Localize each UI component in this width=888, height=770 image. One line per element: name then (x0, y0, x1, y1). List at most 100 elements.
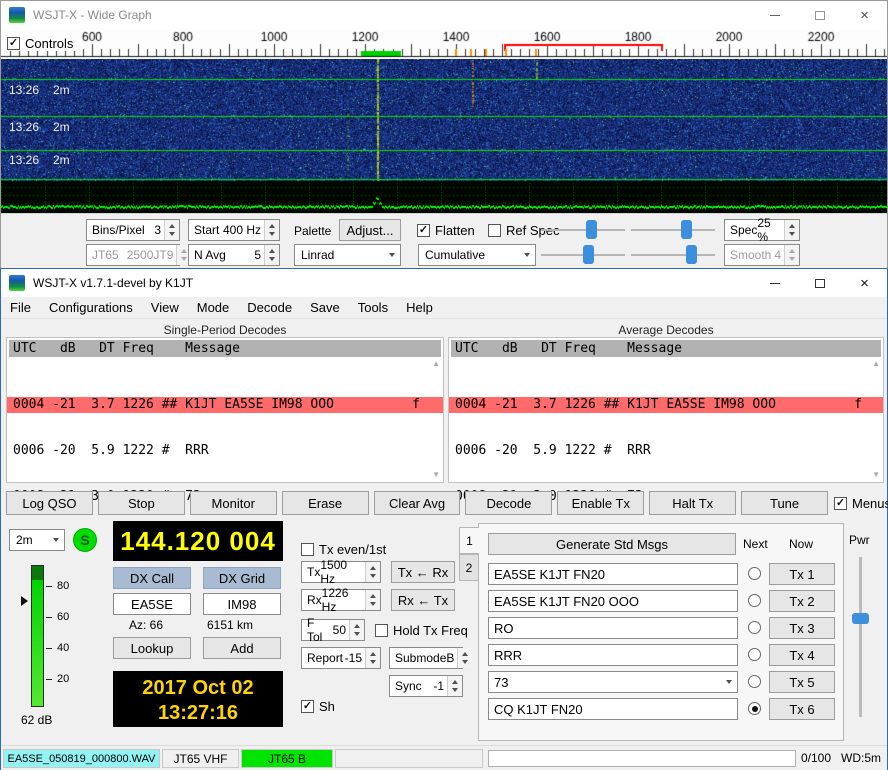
close-button[interactable]: × (842, 1, 887, 29)
hold-tx-freq-checkbox[interactable]: Hold Tx Freq (375, 623, 468, 638)
slider-handle[interactable] (583, 245, 594, 264)
minimize-button[interactable] (752, 269, 797, 297)
gain-slider[interactable] (541, 219, 625, 241)
avg-gain-slider[interactable] (541, 244, 625, 266)
tx-even-checkbox[interactable]: Tx even/1st (301, 542, 386, 557)
tx2-next-radio[interactable] (748, 594, 761, 607)
sh-checkbox[interactable]: Sh (301, 699, 335, 714)
maximize-button[interactable] (797, 269, 842, 297)
frequency-ruler[interactable] (1, 29, 887, 59)
display-mode-combo[interactable]: Cumulative (418, 244, 536, 266)
tx5-next-radio[interactable] (748, 675, 761, 688)
spec-percent-spinner[interactable]: Spec 25 % (724, 219, 800, 241)
decode-row[interactable]: 0004 -21 3.7 1226 ## K1JT EA5SE IM98 OOO… (7, 397, 443, 413)
tx1-message-field[interactable]: EA5SE K1JT FN20 (488, 563, 738, 585)
dx-grid-button[interactable]: DX Grid (203, 567, 281, 589)
report-spinner[interactable]: Report -15 (301, 647, 381, 669)
rx-freq-spinner[interactable]: Rx 1226 Hz (301, 589, 381, 611)
tx3-next-radio[interactable] (748, 621, 761, 634)
slider-handle[interactable] (586, 220, 597, 239)
decode-row[interactable]: 0006 -20 5.9 1222 # RRR (7, 443, 443, 459)
f-tol-spinner[interactable]: F Tol 50 (301, 619, 365, 641)
lookup-button[interactable]: Lookup (113, 637, 191, 659)
monitor-button[interactable]: Monitor (190, 491, 277, 515)
tx5-message-combo[interactable]: 73 (488, 671, 738, 693)
spinner-arrows[interactable] (365, 562, 380, 582)
tx1-now-button[interactable]: Tx 1 (769, 563, 835, 585)
spinner-arrows[interactable] (447, 676, 462, 696)
waterfall-display[interactable] (1, 59, 887, 213)
tx3-now-button[interactable]: Tx 3 (769, 617, 835, 639)
palette-combo[interactable]: Linrad (294, 244, 401, 266)
spinner-arrows[interactable] (784, 220, 799, 240)
erase-button[interactable]: Erase (282, 491, 369, 515)
avg-zero-slider[interactable] (631, 244, 715, 266)
scroll-down-icon[interactable]: ▼ (432, 471, 440, 479)
menu-save[interactable]: Save (301, 297, 349, 318)
dx-call-button[interactable]: DX Call (113, 567, 191, 589)
spinner-arrows[interactable] (264, 220, 279, 240)
spinner-arrows[interactable] (365, 648, 380, 668)
tx2-now-button[interactable]: Tx 2 (769, 590, 835, 612)
sync-spinner[interactable]: Sync -1 (389, 675, 463, 697)
rx-from-tx-button[interactable]: Rx ← Tx (391, 589, 455, 611)
tx2-message-field[interactable]: EA5SE K1JT FN20 OOO (488, 590, 738, 612)
slider-handle[interactable] (686, 245, 697, 264)
spinner-arrows[interactable] (349, 620, 364, 640)
tx5-now-button[interactable]: Tx 5 (769, 671, 835, 693)
log-qso-button[interactable]: Log QSO (6, 491, 93, 515)
scroll-down-icon[interactable]: ▼ (872, 471, 880, 479)
scroll-up-icon[interactable]: ▲ (872, 360, 880, 368)
slider-handle[interactable] (681, 220, 692, 239)
flatten-checkbox[interactable]: Flatten (417, 223, 475, 238)
pwr-slider-handle[interactable] (852, 613, 869, 624)
start-freq-spinner[interactable]: Start 400 Hz (188, 219, 280, 241)
tx4-message-field[interactable]: RRR (488, 644, 738, 666)
menu-mode[interactable]: Mode (188, 297, 239, 318)
tx-freq-spinner[interactable]: Tx 1500 Hz (301, 561, 381, 583)
spinner-arrows[interactable] (457, 648, 472, 668)
bins-pixel-spinner[interactable]: Bins/Pixel 3 (86, 219, 180, 241)
menus-checkbox[interactable]: Menus (834, 496, 888, 511)
generate-std-msgs-button[interactable]: Generate Std Msgs (488, 533, 736, 555)
halt-tx-button[interactable]: Halt Tx (649, 491, 736, 515)
decode-row[interactable]: 0006 -20 5.9 1222 # RRR (449, 443, 883, 459)
n-avg-spinner[interactable]: N Avg 5 (188, 244, 280, 266)
enable-tx-button[interactable]: Enable Tx (557, 491, 644, 515)
menu-decode[interactable]: Decode (238, 297, 301, 318)
menu-file[interactable]: File (1, 297, 40, 318)
tx3-message-field[interactable]: RO (488, 617, 738, 639)
spinner-arrows[interactable] (164, 220, 179, 240)
status-indicator[interactable]: S (73, 528, 97, 552)
spinner-arrows[interactable] (264, 245, 279, 265)
tx4-next-radio[interactable] (748, 648, 761, 661)
add-button[interactable]: Add (203, 637, 281, 659)
stop-button[interactable]: Stop (98, 491, 185, 515)
adjust-button[interactable]: Adjust... (339, 219, 401, 241)
controls-checkbox[interactable]: Controls (7, 36, 77, 51)
tx6-next-radio[interactable] (748, 702, 761, 715)
band-combo[interactable]: 2m (9, 529, 65, 551)
zero-slider[interactable] (631, 219, 715, 241)
tune-button[interactable]: Tune (741, 491, 828, 515)
dx-grid-field[interactable]: IM98 (203, 593, 281, 615)
main-titlebar[interactable]: WSJT-X v1.7.1-devel by K1JT × (1, 269, 887, 297)
menu-tools[interactable]: Tools (349, 297, 397, 318)
dx-call-field[interactable]: EA5SE (113, 593, 191, 615)
scroll-up-icon[interactable]: ▲ (432, 360, 440, 368)
minimize-button[interactable] (752, 1, 797, 29)
menu-configurations[interactable]: Configurations (40, 297, 142, 318)
menu-view[interactable]: View (142, 297, 188, 318)
spinner-arrows[interactable] (365, 590, 380, 610)
clear-avg-button[interactable]: Clear Avg (374, 491, 461, 515)
wide-graph-titlebar[interactable]: WSJT-X - Wide Graph × (1, 1, 887, 29)
decode-row[interactable]: 0004 -21 3.7 1226 ## K1JT EA5SE IM98 OOO… (449, 397, 883, 413)
decode-button[interactable]: Decode (465, 491, 552, 515)
maximize-button[interactable] (797, 1, 842, 29)
close-button[interactable]: × (842, 269, 887, 297)
pwr-slider-track[interactable] (859, 557, 862, 717)
tx6-message-field[interactable]: CQ K1JT FN20 (488, 698, 738, 720)
submode-spinner[interactable]: Submode B (389, 647, 463, 669)
tab-1[interactable]: 1 (459, 527, 479, 554)
tx1-next-radio[interactable] (748, 567, 761, 580)
